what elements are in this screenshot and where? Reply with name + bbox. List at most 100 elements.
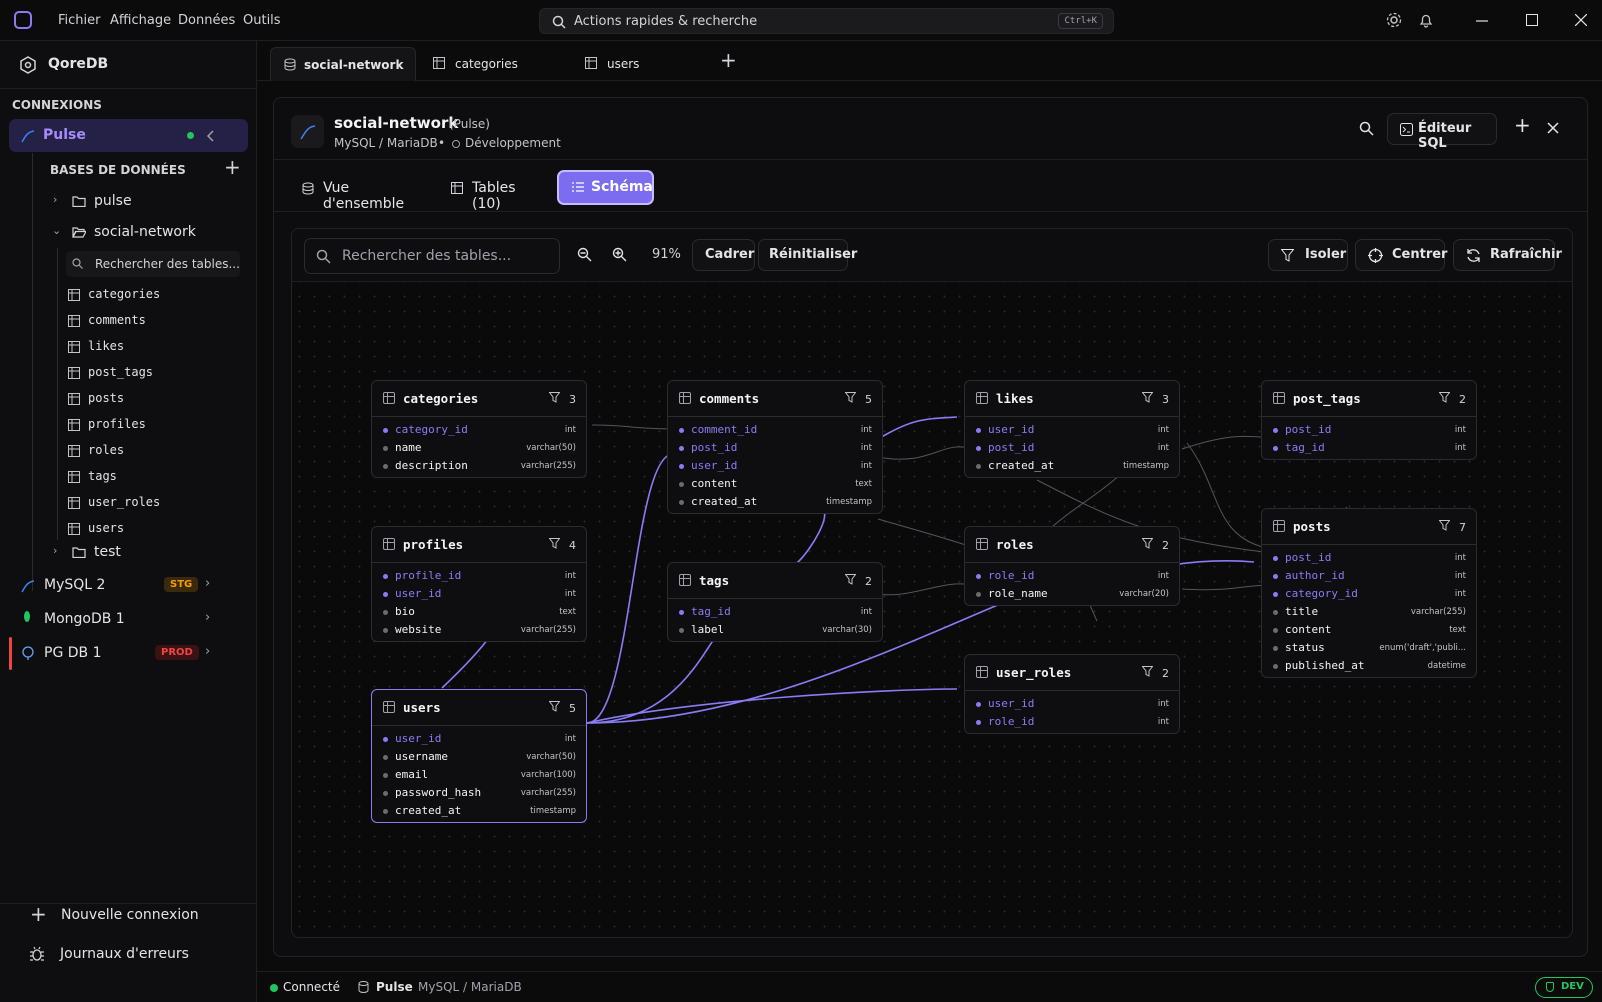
- sql-editor-button[interactable]: Éditeur SQL: [1387, 113, 1497, 151]
- column-dot: [383, 791, 388, 796]
- sidebar-table-item[interactable]: post_tags: [66, 362, 240, 384]
- quick-search[interactable]: Actions rapides & recherche Ctrl+K: [539, 8, 1114, 34]
- chevron-right-icon: ›: [53, 544, 58, 557]
- sidebar-table-item[interactable]: posts: [66, 388, 240, 410]
- schema-table-header[interactable]: profiles 4: [372, 527, 586, 563]
- add-icon[interactable]: +: [1514, 113, 1531, 137]
- subtab-tables[interactable]: Tables (10): [451, 172, 546, 212]
- bell-icon[interactable]: [1418, 12, 1434, 28]
- schema-column: user_id int: [965, 421, 1179, 439]
- schema-table-header[interactable]: likes 3: [965, 381, 1179, 417]
- db-connection-name: (Pulse): [449, 117, 490, 131]
- schema-canvas[interactable]: Rechercher des tables... 91% Cadrer Réin…: [291, 228, 1573, 938]
- filter-icon[interactable]: [549, 538, 560, 549]
- connection-name: Pulse: [43, 127, 86, 143]
- schema-table-header[interactable]: roles 2: [965, 527, 1179, 563]
- schema-table-header[interactable]: categories 3: [372, 381, 586, 417]
- schema-table-posts[interactable]: posts 7 post_id int author_id int category_id i…: [1261, 508, 1477, 678]
- tab-social-network[interactable]: social-network: [270, 47, 416, 81]
- tab-categories[interactable]: categories: [427, 47, 557, 81]
- menu-view[interactable]: Affichage: [110, 13, 171, 28]
- connection-name: MySQL 2: [44, 577, 106, 593]
- schema-table-post-tags[interactable]: post_tags 2 post_id int tag_id int: [1261, 380, 1477, 460]
- column-type: timestamp: [826, 497, 872, 507]
- schema-table-categories[interactable]: categories 3 category_id int name varchar(50)…: [371, 380, 587, 478]
- schema-table-users[interactable]: users 5 user_id int username varchar(50) email…: [371, 689, 587, 823]
- schema-table-likes[interactable]: likes 3 user_id int post_id int created_at time…: [964, 380, 1180, 478]
- table-icon: [68, 289, 80, 301]
- filter-icon[interactable]: [845, 574, 856, 585]
- subtab-schema[interactable]: Schéma: [557, 170, 654, 205]
- sidebar-table-item[interactable]: tags: [66, 466, 240, 488]
- add-database-icon[interactable]: +: [224, 155, 241, 179]
- column-count: 5: [569, 702, 576, 715]
- menu-data[interactable]: Données: [178, 13, 235, 28]
- column-dot: [383, 446, 388, 451]
- filter-icon[interactable]: [1142, 538, 1153, 549]
- filter-icon[interactable]: [1142, 666, 1153, 677]
- filter-icon[interactable]: [549, 392, 560, 403]
- app-name: QoreDB: [48, 56, 109, 72]
- tab-users[interactable]: users: [579, 47, 709, 81]
- schema-table-header[interactable]: posts 7: [1262, 509, 1476, 545]
- column-type: int: [1454, 571, 1466, 581]
- sidebar-table-item[interactable]: categories: [66, 284, 240, 306]
- search-icon[interactable]: [1359, 121, 1374, 136]
- column-name: username: [395, 750, 448, 763]
- schema-table-user-roles[interactable]: user_roles 2 user_id int role_id int: [964, 654, 1180, 734]
- close-panel-icon[interactable]: [1547, 122, 1559, 134]
- column-type: text: [559, 607, 576, 617]
- schema-table-header[interactable]: tags 2: [668, 563, 882, 599]
- filter-icon[interactable]: [845, 392, 856, 403]
- close-window-icon[interactable]: [1575, 14, 1587, 26]
- filter-icon[interactable]: [1439, 392, 1450, 403]
- env-badge-dev: DEV: [1535, 977, 1593, 998]
- column-dot: [383, 737, 388, 742]
- column-name: created_at: [395, 804, 462, 817]
- sidebar-table-item[interactable]: roles: [66, 440, 240, 462]
- column-dot: [383, 773, 388, 778]
- schema-column: post_id int: [965, 439, 1179, 457]
- filter-icon[interactable]: [549, 701, 560, 712]
- schema-table-header[interactable]: post_tags 2: [1262, 381, 1476, 417]
- connection-pulse[interactable]: Pulse: [9, 119, 248, 152]
- column-type: int: [1157, 443, 1169, 453]
- column-name: email: [395, 768, 429, 781]
- schema-table-comments[interactable]: comments 5 comment_id int post_id int user_id i…: [667, 380, 883, 514]
- menu-tools[interactable]: Outils: [243, 13, 281, 28]
- menu-file[interactable]: Fichier: [58, 13, 101, 28]
- schema-column: post_id int: [668, 439, 882, 457]
- subtab-label: Tables (10): [472, 180, 516, 212]
- schema-column: email varchar(100): [372, 766, 586, 784]
- sidebar-table-item[interactable]: likes: [66, 336, 240, 358]
- schema-column: published_at datetime: [1262, 657, 1476, 675]
- schema-table-header[interactable]: user_roles 2: [965, 655, 1179, 691]
- schema-table-header[interactable]: comments 5: [668, 381, 882, 417]
- chevron-left-icon[interactable]: [207, 130, 215, 142]
- sidebar-table-item[interactable]: users: [66, 518, 240, 540]
- schema-table-profiles[interactable]: profiles 4 profile_id int user_id int bio text w…: [371, 526, 587, 642]
- new-tab-icon[interactable]: +: [720, 48, 737, 72]
- minimize-icon[interactable]: [1476, 20, 1488, 22]
- database-icon: [284, 58, 296, 71]
- filter-icon[interactable]: [1142, 392, 1153, 403]
- schema-table-header[interactable]: users 5: [372, 690, 586, 726]
- sidebar-table-item[interactable]: comments: [66, 310, 240, 332]
- column-count: 2: [1162, 667, 1169, 680]
- column-type: int: [564, 734, 576, 744]
- schema-table-roles[interactable]: roles 2 role_id int role_name varchar(20): [964, 526, 1180, 606]
- column-type: varchar(20): [1119, 589, 1169, 599]
- maximize-icon[interactable]: [1526, 14, 1538, 26]
- search-icon: [552, 15, 566, 29]
- sidebar-table-item[interactable]: user_roles: [66, 492, 240, 514]
- sidebar-table-item[interactable]: profiles: [66, 414, 240, 436]
- table-icon: [383, 538, 395, 550]
- table-search-input[interactable]: Rechercher des tables...: [66, 251, 240, 277]
- column-type: varchar(255): [520, 625, 576, 635]
- subtab-overview[interactable]: Vue d'ensemble: [302, 172, 432, 212]
- filter-icon[interactable]: [1439, 520, 1450, 531]
- schema-table-tags[interactable]: tags 2 tag_id int label varchar(30): [667, 562, 883, 642]
- new-connection-label: Nouvelle connexion: [61, 907, 199, 923]
- column-count: 2: [865, 575, 872, 588]
- settings-icon[interactable]: [1386, 12, 1402, 28]
